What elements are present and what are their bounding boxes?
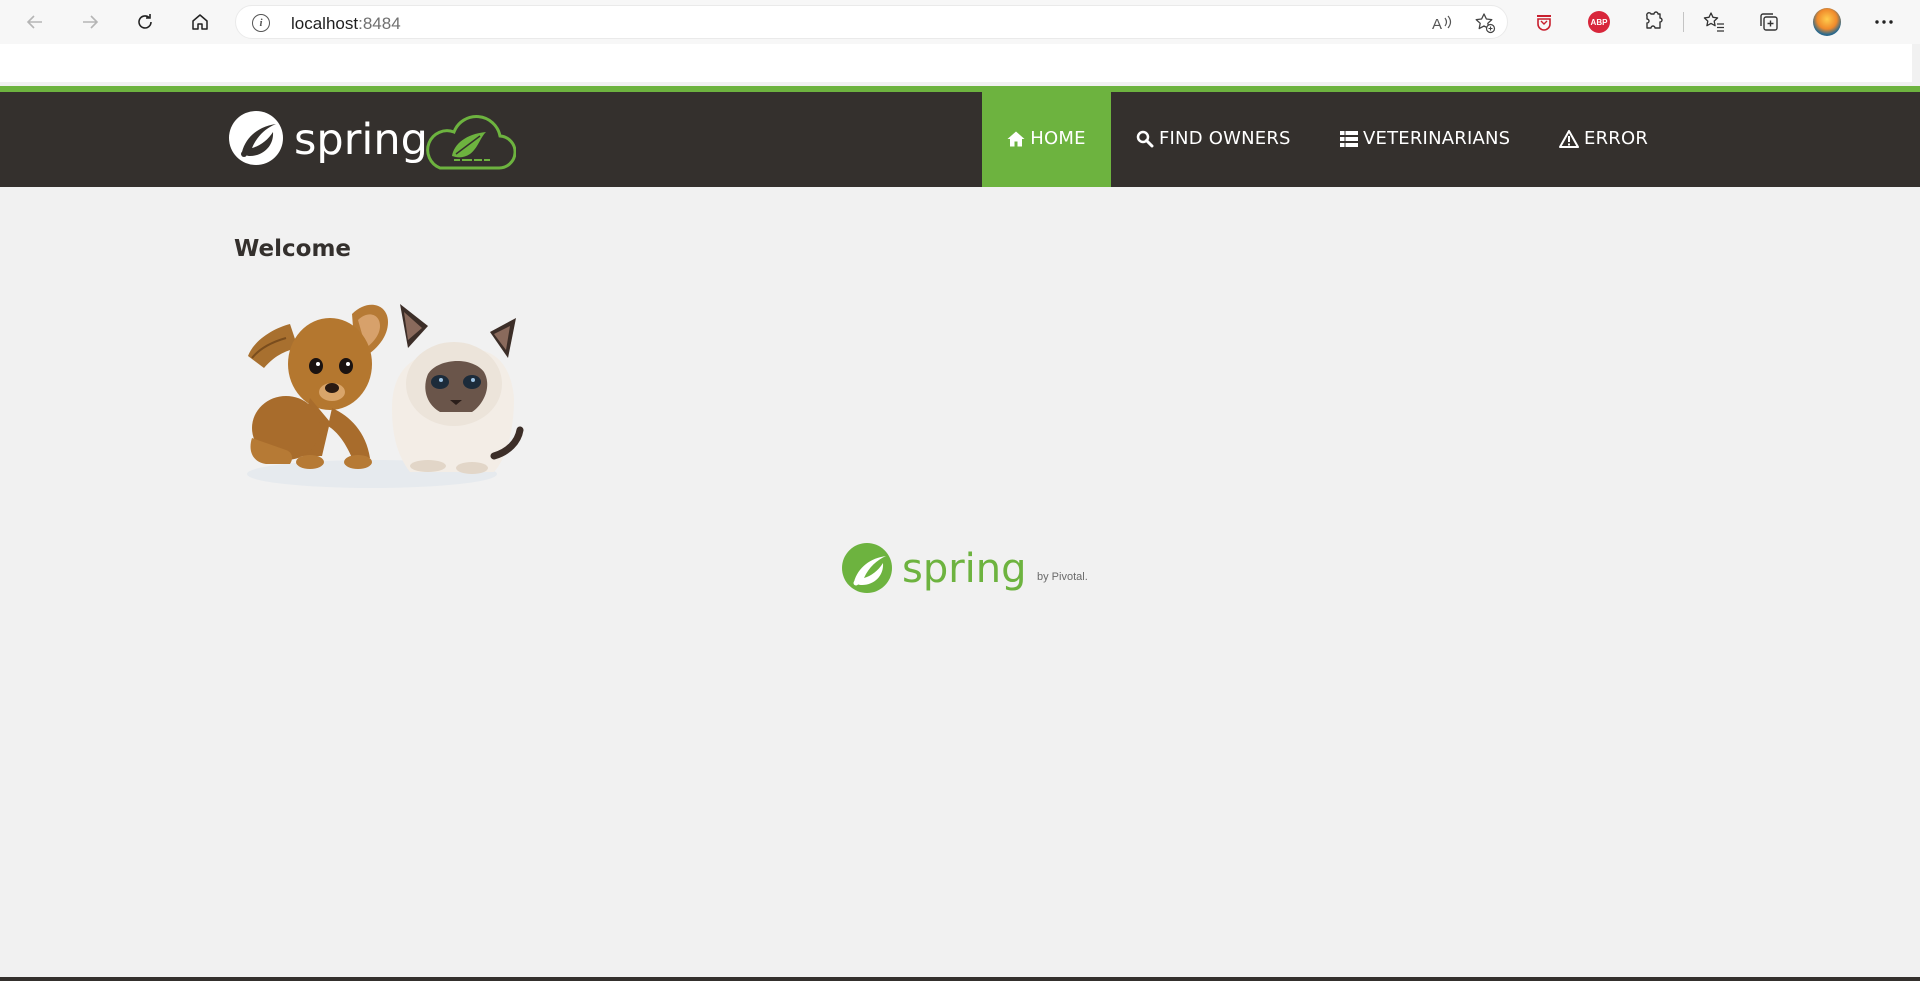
home-icon [1007, 130, 1025, 148]
search-icon [1136, 130, 1154, 148]
nav-veterinarians[interactable]: VETERINARIANS [1340, 90, 1510, 187]
footer-by-pivotal: by Pivotal. [1037, 571, 1088, 583]
page-title: Welcome [234, 236, 352, 262]
home-icon[interactable] [183, 6, 217, 38]
nav-veterinarians-label: VETERINARIANS [1363, 128, 1511, 149]
favorite-add-icon[interactable] [1473, 12, 1497, 34]
spring-by-pivotal-logo: spring by Pivotal. [840, 538, 1100, 598]
extension-icon[interactable] [1529, 8, 1559, 36]
url-host: localhost [291, 14, 359, 33]
brand-text: spring [294, 115, 428, 165]
back-icon[interactable] [18, 6, 52, 38]
pets-image [232, 278, 532, 493]
nav-home[interactable]: HOME [982, 90, 1111, 187]
forward-icon[interactable] [73, 6, 107, 38]
refresh-icon[interactable] [128, 6, 162, 38]
profile-avatar[interactable] [1812, 8, 1842, 36]
nav-error-label: ERROR [1584, 128, 1649, 149]
nav-home-label: HOME [1030, 128, 1086, 149]
profile-avatar-image [1813, 8, 1841, 36]
footer-brand-text: spring [902, 546, 1027, 592]
bottom-border [0, 977, 1920, 981]
favorites-icon[interactable] [1699, 8, 1729, 36]
url-port: :8484 [358, 14, 401, 33]
favorites-bar [0, 44, 1912, 82]
abp-badge: ABP [1588, 11, 1610, 33]
url-text[interactable]: localhost:8484 [291, 14, 401, 34]
address-bar[interactable]: i localhost:8484 A [235, 5, 1508, 39]
adblock-icon[interactable]: ABP [1584, 8, 1614, 36]
nav-find-owners-label: FIND OWNERS [1159, 128, 1291, 149]
list-icon [1340, 130, 1358, 148]
toolbar-divider [1683, 12, 1684, 32]
svg-text:A: A [1432, 16, 1442, 32]
nav-find-owners[interactable]: FIND OWNERS [1136, 90, 1291, 187]
info-icon[interactable]: i [252, 14, 270, 32]
puzzle-icon[interactable] [1639, 8, 1669, 36]
nav-error[interactable]: ERROR [1559, 90, 1648, 187]
read-aloud-icon[interactable]: A [1430, 12, 1454, 34]
collections-icon[interactable] [1754, 8, 1784, 36]
navbar: spring HOME FIND OWNERS VETERINARIANS ER… [0, 90, 1920, 187]
browser-toolbar: i localhost:8484 A ABP [0, 0, 1920, 44]
spring-petclinic-logo[interactable]: spring [226, 102, 517, 174]
more-icon[interactable] [1869, 8, 1899, 36]
warning-icon [1559, 129, 1579, 148]
